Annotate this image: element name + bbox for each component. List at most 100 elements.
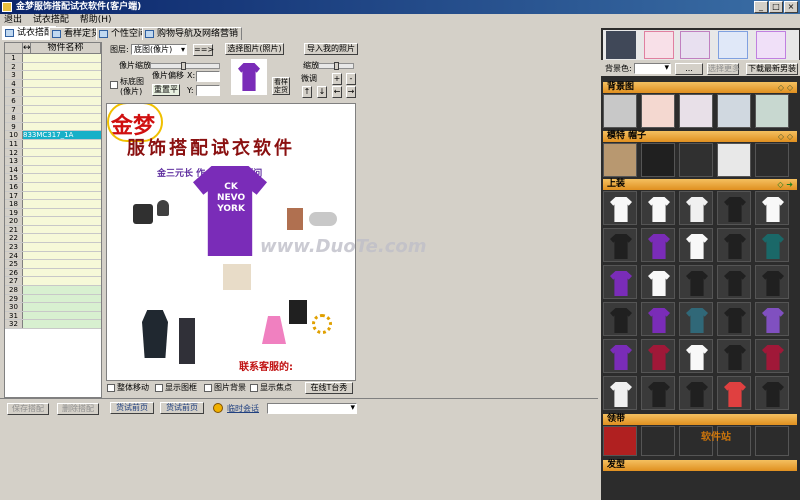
top-item[interactable] [679, 376, 713, 410]
table-row[interactable]: 6 [5, 96, 101, 106]
top-item[interactable] [679, 191, 713, 225]
top-item[interactable] [679, 228, 713, 262]
table-row[interactable]: 27 [5, 277, 101, 287]
preview-thumbnail[interactable] [231, 59, 267, 95]
top-item[interactable] [603, 339, 637, 373]
row-item-name[interactable] [23, 303, 101, 311]
row-item-name[interactable] [23, 191, 101, 200]
minimize-icon[interactable]: _ [754, 1, 768, 13]
row-item-name[interactable] [23, 260, 101, 268]
move-up-icon[interactable]: ↑ [302, 86, 312, 98]
category-text-4[interactable] [756, 31, 786, 59]
row-item-name[interactable] [23, 54, 101, 62]
table-row[interactable]: 8 [5, 114, 101, 123]
row-item-name[interactable] [23, 286, 101, 294]
menu-item-exit[interactable]: 退出 [4, 15, 22, 25]
import-photo-button[interactable]: 导入我的照片 [304, 43, 358, 55]
bg-color-select[interactable]: ▾ [634, 63, 671, 74]
swap-button[interactable]: 看样 定货 [272, 77, 290, 95]
top-item[interactable] [641, 302, 675, 336]
table-row[interactable]: 11 [5, 139, 101, 149]
chat-select[interactable]: ▾ [267, 403, 357, 414]
base-image-checkbox[interactable] [110, 81, 118, 89]
accessory-thumb[interactable] [603, 143, 637, 177]
top-item[interactable] [717, 302, 751, 336]
save-outfit-button[interactable]: 保存搭配 [7, 403, 49, 415]
table-row[interactable]: 10 833MC317_1A [5, 131, 101, 140]
table-row[interactable]: 3 [5, 71, 101, 80]
top-item[interactable] [755, 376, 789, 410]
table-row[interactable]: 17 [5, 191, 101, 201]
row-item-name[interactable] [23, 234, 101, 243]
table-row[interactable]: 7 [5, 105, 101, 115]
table-row[interactable]: 4 [5, 79, 101, 89]
top-item[interactable] [717, 191, 751, 225]
category-text-3[interactable] [718, 31, 748, 59]
top-item[interactable] [717, 265, 751, 299]
row-item-name[interactable]: 833MC317_1A [23, 131, 101, 139]
top-item[interactable] [755, 191, 789, 225]
temp-chat-link[interactable]: 临时会话 [227, 404, 259, 414]
table-row[interactable]: 15 [5, 174, 101, 183]
table-row[interactable]: 32 [5, 320, 101, 329]
table-row[interactable]: 9 [5, 122, 101, 132]
table-row[interactable]: 1 [5, 54, 101, 63]
tie-thumb[interactable] [755, 426, 789, 456]
row-item-name[interactable] [23, 165, 101, 174]
move-all-checkbox[interactable] [107, 384, 115, 392]
show-focus-checkbox[interactable] [250, 384, 258, 392]
next-page-button[interactable]: 货试前页 [160, 402, 204, 414]
category-text-1[interactable] [644, 31, 674, 59]
move-down-icon[interactable]: ↓ [317, 86, 327, 98]
row-item-name[interactable] [23, 320, 101, 328]
row-item-name[interactable] [23, 88, 101, 96]
row-item-name[interactable] [23, 96, 101, 105]
nav-arrows-icon[interactable]: ◇ ◇ [778, 131, 793, 142]
top-item[interactable] [641, 376, 675, 410]
offset-y-input[interactable] [196, 85, 220, 96]
top-item[interactable] [603, 376, 637, 410]
row-item-name[interactable] [23, 225, 101, 234]
row-item-name[interactable] [23, 62, 101, 71]
table-row[interactable]: 23 [5, 243, 101, 252]
top-item[interactable] [679, 302, 713, 336]
row-item-name[interactable] [23, 157, 101, 165]
table-row[interactable]: 19 [5, 208, 101, 218]
top-item[interactable] [755, 302, 789, 336]
row-item-name[interactable] [23, 71, 101, 79]
row-item-name[interactable] [23, 114, 101, 122]
row-item-name[interactable] [23, 243, 101, 251]
background-thumb[interactable] [603, 94, 637, 128]
prev-page-button[interactable]: 货试前页 [110, 402, 154, 414]
category-suit[interactable] [606, 31, 636, 59]
table-row[interactable]: 12 [5, 148, 101, 158]
tie-thumb[interactable] [641, 426, 675, 456]
row-item-name[interactable] [23, 174, 101, 182]
background-thumb[interactable] [641, 94, 675, 128]
top-item[interactable] [603, 191, 637, 225]
table-row[interactable]: 30 [5, 303, 101, 312]
select-image-button[interactable]: 选择图片(照片) [225, 43, 284, 55]
menu-item-help[interactable]: 帮助(H) [80, 15, 112, 25]
color-dots-button[interactable]: ... [675, 63, 703, 75]
row-item-name[interactable] [23, 208, 101, 217]
row-item-name[interactable] [23, 148, 101, 157]
table-row[interactable]: 18 [5, 200, 101, 209]
background-thumb[interactable] [679, 94, 713, 128]
table-row[interactable]: 26 [5, 268, 101, 278]
row-item-name[interactable] [23, 200, 101, 208]
table-row[interactable]: 14 [5, 165, 101, 175]
top-item[interactable] [603, 265, 637, 299]
top-item[interactable] [755, 228, 789, 262]
top-item[interactable] [755, 339, 789, 373]
table-row[interactable]: 28 [5, 286, 101, 295]
zoom-minus-button[interactable]: - [346, 73, 356, 85]
table-row[interactable]: 29 [5, 294, 101, 304]
table-row[interactable]: 5 [5, 88, 101, 97]
row-item-name[interactable] [23, 105, 101, 114]
move-left-icon[interactable]: ← [332, 86, 342, 98]
online-show-button[interactable]: 在线T台秀 [305, 382, 353, 394]
tie-thumb[interactable] [603, 426, 637, 456]
table-row[interactable]: 25 [5, 260, 101, 269]
accessory-thumb[interactable] [679, 143, 713, 177]
